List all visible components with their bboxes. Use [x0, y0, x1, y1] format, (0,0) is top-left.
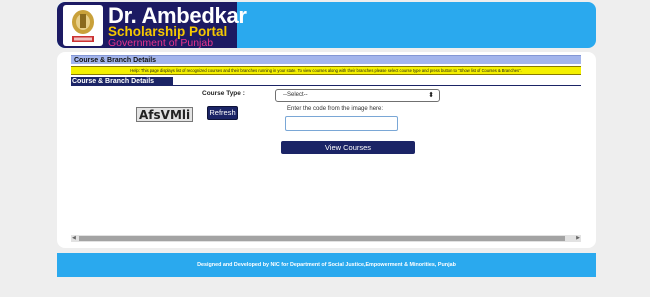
captcha-image: AfsVMli: [136, 107, 193, 122]
captcha-code-label: Enter the code from the image here:: [287, 106, 384, 112]
help-text: Help: This page displays list of recogni…: [130, 68, 522, 73]
scrollbar-thumb[interactable]: [79, 236, 565, 241]
state-emblem-icon: [63, 5, 103, 46]
chevron-updown-icon: ⬍: [428, 92, 434, 99]
course-type-selected-value: --Select--: [283, 92, 308, 98]
captcha-code-input[interactable]: [285, 116, 398, 131]
horizontal-scrollbar[interactable]: ◀ ▶: [71, 235, 581, 242]
help-bar: Help: This page displays list of recogni…: [71, 66, 581, 75]
government-name: Government of Punjab: [108, 37, 214, 48]
course-type-label: Course Type :: [202, 90, 245, 97]
view-courses-button[interactable]: View Courses: [281, 141, 415, 154]
section-title: Course & Branch Details: [74, 57, 157, 64]
scroll-left-arrow-icon[interactable]: ◀: [72, 235, 76, 242]
course-type-select[interactable]: --Select-- ⬍: [275, 89, 440, 102]
section-title-bar: Course & Branch Details: [71, 55, 581, 64]
logo-block: Dr. Ambedkar Scholarship Portal Governme…: [57, 2, 247, 48]
subsection-title-bar: Course & Branch Details: [71, 77, 173, 86]
refresh-captcha-button[interactable]: Refresh: [207, 106, 238, 120]
site-footer: Designed and Developed by NIC for Depart…: [57, 253, 596, 277]
captcha-text: AfsVMli: [139, 108, 191, 122]
site-header: Dr. Ambedkar Scholarship Portal Governme…: [57, 2, 596, 48]
scroll-right-arrow-icon[interactable]: ▶: [576, 235, 580, 242]
footer-credit: Designed and Developed by NIC for Depart…: [197, 262, 456, 268]
divider: [173, 85, 581, 86]
subsection-title: Course & Branch Details: [72, 78, 155, 85]
